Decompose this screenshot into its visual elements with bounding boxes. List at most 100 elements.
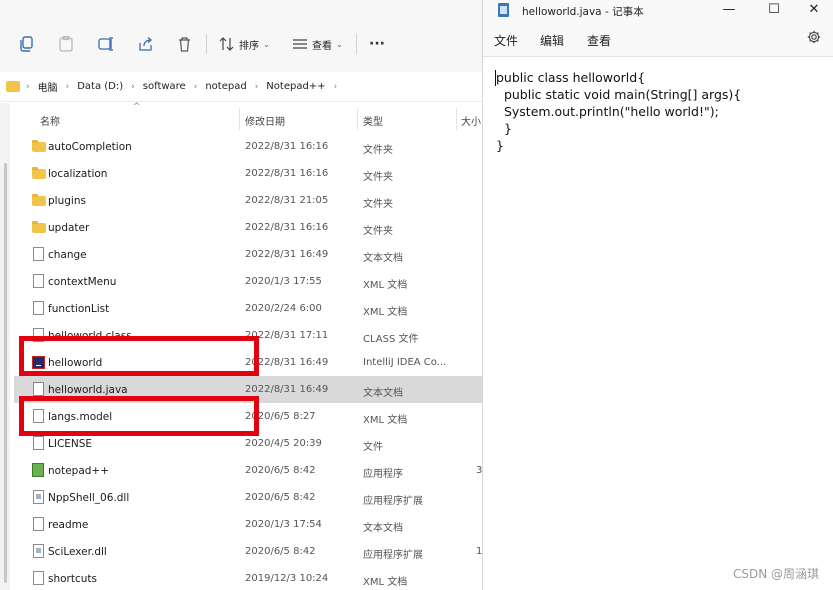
file-type: 应用程序扩展 (363, 496, 423, 507)
rename-button[interactable] (98, 32, 114, 56)
watermark: CSDN @周涵琪 (732, 567, 819, 581)
column-header-name[interactable]: 名称 (40, 113, 60, 128)
view-list-icon (293, 39, 307, 49)
file-date: 2020/6/5 8:42 (245, 546, 316, 557)
file-icon (33, 517, 44, 531)
file-row[interactable]: contextMenu 2020/1/3 17:55 XML 文档 (14, 268, 482, 295)
file-type: 文本文档 (363, 388, 403, 399)
file-date: 2020/6/5 8:42 (245, 465, 316, 476)
chevron-right-icon: › (65, 81, 70, 92)
folder-icon (32, 221, 46, 233)
copy-button[interactable] (20, 32, 34, 56)
explorer-command-bar: 排序 ⌄ 查看 ⌄ ··· (0, 0, 482, 72)
rename-icon (98, 37, 113, 51)
gear-icon (807, 30, 821, 44)
file-icon (33, 274, 44, 288)
menu-edit[interactable]: 编辑 (540, 32, 564, 49)
breadcrumb-item[interactable]: notepad (205, 81, 246, 92)
folder-icon (32, 167, 46, 179)
breadcrumb-item[interactable]: Data (D:) (77, 81, 123, 92)
column-headers: 名称 修改日期 类型 大小 (14, 106, 482, 132)
more-options-button[interactable]: ··· (369, 32, 385, 56)
address-bar[interactable]: › 电脑 › Data (D:) › software › notepad › … (0, 72, 482, 102)
close-button[interactable]: ✕ (799, 1, 829, 19)
file-name: LICENSE (48, 438, 93, 450)
text-editor[interactable]: public class helloworld{ public static v… (483, 56, 833, 590)
file-date: 2020/4/5 20:39 (245, 438, 322, 449)
share-button[interactable] (138, 32, 153, 56)
menu-view[interactable]: 查看 (587, 32, 611, 49)
file-name: SciLexer.dll (48, 546, 107, 558)
navigation-pane-scrollbar[interactable] (0, 103, 10, 590)
settings-button[interactable] (807, 30, 821, 47)
folder-icon (6, 81, 20, 92)
file-date: 2022/8/31 16:16 (245, 222, 329, 233)
file-row[interactable]: readme 2020/1/3 17:54 文本文档 (14, 511, 482, 538)
file-row[interactable]: shortcuts 2019/12/3 10:24 XML 文档 (14, 565, 482, 590)
chevron-right-icon: › (333, 81, 338, 92)
paste-icon (59, 36, 73, 52)
delete-button[interactable] (178, 32, 191, 56)
file-row[interactable]: autoCompletion 2022/8/31 16:16 文件夹 (14, 133, 482, 160)
paste-button[interactable] (59, 32, 73, 56)
file-icon (33, 436, 44, 450)
file-date: 2022/8/31 16:49 (245, 249, 329, 260)
file-date: 2019/12/3 10:24 (245, 573, 329, 584)
file-type: XML 文档 (363, 280, 408, 291)
file-explorer-window: 排序 ⌄ 查看 ⌄ ··· › 电脑 › Data (D:) › softwar… (0, 0, 482, 590)
file-type: 文本文档 (363, 253, 403, 264)
trash-icon (179, 36, 190, 52)
file-name: localization (48, 168, 108, 180)
file-type: XML 文档 (363, 415, 408, 426)
column-header-date[interactable]: 修改日期 (245, 113, 285, 128)
file-row[interactable]: SciLexer.dll 2020/6/5 8:42 应用程序扩展 1 (14, 538, 482, 565)
file-name: contextMenu (48, 276, 117, 288)
menu-file[interactable]: 文件 (494, 32, 518, 49)
breadcrumb-item[interactable]: software (143, 81, 186, 92)
notepadpp-icon (32, 463, 44, 477)
file-name: autoCompletion (48, 141, 132, 153)
file-name: readme (48, 519, 89, 531)
file-row[interactable]: change 2022/8/31 16:49 文本文档 (14, 241, 482, 268)
window-title: helloworld.java - 记事本 (522, 6, 644, 18)
view-label: 查看 (312, 40, 332, 52)
highlight-box (19, 336, 259, 376)
file-row[interactable]: NppShell_06.dll 2020/6/5 8:42 应用程序扩展 (14, 484, 482, 511)
notepad-titlebar[interactable]: helloworld.java - 记事本 — ☐ ✕ (483, 0, 833, 22)
file-name: functionList (48, 303, 110, 315)
column-header-size[interactable]: 大小 (461, 113, 481, 128)
folder-icon (32, 194, 46, 206)
file-type: 文件 (363, 442, 383, 453)
file-row[interactable]: functionList 2020/2/24 6:00 XML 文档 (14, 295, 482, 322)
view-button[interactable]: 查看 ⌄ (292, 32, 343, 56)
dll-icon (33, 544, 44, 558)
file-date: 2020/1/3 17:55 (245, 276, 322, 287)
column-divider[interactable] (239, 108, 240, 130)
file-row[interactable]: plugins 2022/8/31 21:05 文件夹 (14, 187, 482, 214)
file-icon (33, 247, 44, 261)
notepad-app-icon (498, 3, 509, 17)
maximize-button[interactable]: ☐ (759, 1, 789, 19)
file-row[interactable]: updater 2022/8/31 16:16 文件夹 (14, 214, 482, 241)
file-date: 2022/8/31 16:16 (245, 141, 329, 152)
file-row[interactable]: localization 2022/8/31 16:16 文件夹 (14, 160, 482, 187)
breadcrumb-item[interactable]: Notepad++ (266, 81, 325, 92)
file-date: 2020/1/3 17:54 (245, 519, 322, 530)
chevron-down-icon: ⌄ (336, 39, 343, 49)
notepad-menubar: 文件 编辑 查看 (483, 26, 833, 54)
file-type: 文件夹 (363, 145, 393, 156)
file-name: shortcuts (48, 573, 97, 585)
scrollbar-thumb[interactable] (4, 163, 7, 583)
column-divider[interactable] (456, 108, 457, 130)
sort-button[interactable]: 排序 ⌄ (219, 32, 270, 56)
file-name: notepad++ (48, 465, 110, 477)
file-type: 文件夹 (363, 199, 393, 210)
code-line: } (496, 121, 512, 136)
breadcrumb-item[interactable]: 电脑 (38, 79, 58, 94)
file-date: 2020/2/24 6:00 (245, 303, 322, 314)
column-divider[interactable] (357, 108, 358, 130)
file-row[interactable]: notepad++ 2020/6/5 8:42 应用程序 3 (14, 457, 482, 484)
sort-icon (219, 37, 234, 51)
column-header-type[interactable]: 类型 (363, 113, 383, 128)
minimize-button[interactable]: — (714, 1, 744, 19)
